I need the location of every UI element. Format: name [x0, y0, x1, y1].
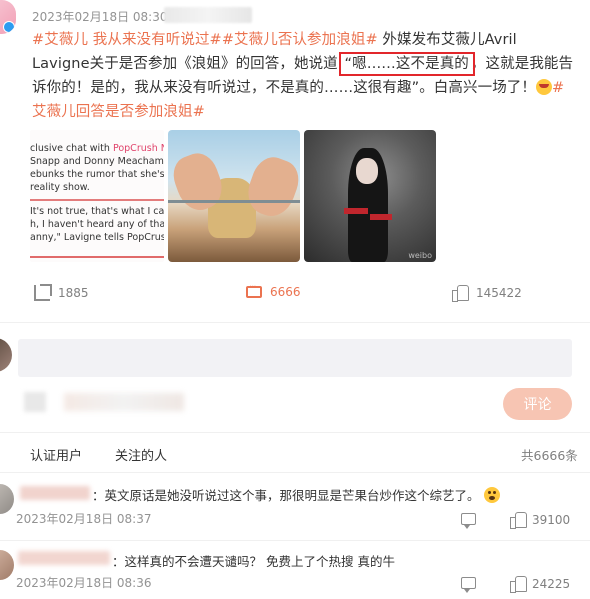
comment-button[interactable]: 6666 [246, 282, 301, 299]
image-text-line: anny," Lavigne tells PopCrush Nights. [30, 232, 164, 243]
comment-like-button[interactable]: 39100 [510, 512, 571, 529]
hashtag-link[interactable]: #艾薇儿否认参加浪姐# [222, 32, 378, 48]
divider [0, 322, 590, 323]
hashtag-link[interactable]: #艾薇儿 我从来没有听说过# [32, 32, 222, 48]
commenter-avatar[interactable] [0, 484, 14, 514]
comment-timestamp: 2023年02月18日 08:37 [16, 512, 152, 526]
post-image-photo-portrait[interactable]: weibo [304, 130, 436, 262]
author-avatar[interactable] [0, 0, 16, 34]
submit-comment-button[interactable]: 评论 [503, 388, 572, 420]
image-divider [30, 199, 164, 201]
commenter-name[interactable] [18, 551, 110, 565]
comment-text: ：这样真的不会遭天谴吗？ 免费上了个热搜 真的牛 [112, 554, 395, 569]
image-text-line: ebunks the rumor that she's been cas [30, 169, 164, 180]
comment-like-count: 24225 [532, 576, 571, 591]
post-image-photo-hands[interactable] [168, 130, 300, 262]
emoji-picker-icon[interactable] [24, 392, 46, 412]
comment-like-button[interactable]: 24225 [510, 576, 571, 593]
commenter-avatar[interactable] [0, 550, 14, 580]
verified-badge-icon [3, 21, 15, 33]
blurred-source [164, 7, 252, 23]
filter-verified-users[interactable]: 认证用户 [30, 445, 82, 464]
photo-fence [168, 200, 300, 203]
photo-face [356, 158, 378, 184]
reply-icon[interactable] [461, 513, 476, 529]
post-timestamp[interactable]: 2023年02月18日 08:30 [32, 8, 167, 25]
divider [0, 472, 590, 473]
comment-count: 6666 [270, 285, 301, 299]
composer-tools[interactable] [64, 393, 184, 411]
share-count: 1885 [58, 286, 89, 300]
image-watermark: weibo [408, 251, 432, 260]
highlighted-quote: “嗯……这不是真的 [338, 52, 475, 76]
post-action-bar: 1885 6666 145422 [0, 282, 590, 309]
thumbs-up-icon [510, 576, 527, 593]
comment-input[interactable] [18, 339, 572, 377]
photo-detail [370, 214, 392, 220]
image-text-line: Snapp and Donny Meacham, the 'I'm [30, 156, 164, 167]
comment-timestamp: 2023年02月18日 08:36 [16, 576, 152, 590]
comment-like-count: 39100 [532, 512, 571, 527]
image-divider [30, 256, 164, 258]
thumbs-up-icon [510, 512, 527, 529]
filter-following[interactable]: 关注的人 [115, 445, 167, 464]
commenter-name[interactable] [20, 486, 90, 500]
divider [0, 432, 590, 433]
share-button[interactable]: 1885 [34, 285, 89, 301]
thumbs-up-icon [452, 285, 469, 302]
comment-text: ：英文原话是她没听说过这个事，那很明显是芒果台炒作这个综艺了。 [92, 485, 500, 504]
image-text-line: It's not true, that's what I can tell yo… [30, 206, 164, 217]
laughing-emoji-icon [536, 79, 553, 95]
comment-icon [246, 282, 262, 298]
share-icon [34, 285, 50, 301]
image-text-line: h, I haven't heard any of that, not true [30, 219, 164, 230]
post-text: #艾薇儿 我从来没有听说过##艾薇儿否认参加浪姐# 外媒发布艾薇儿Avril L… [32, 28, 577, 124]
photo-detail [344, 208, 368, 214]
divider [0, 540, 590, 541]
reply-icon[interactable] [461, 577, 476, 593]
user-avatar[interactable] [0, 338, 12, 372]
image-text-line: reality show. [30, 182, 90, 193]
post-image-article-screenshot[interactable]: clusive chat with PopCrush Nights ho Sna… [30, 130, 164, 262]
like-button[interactable]: 145422 [452, 285, 522, 302]
surprised-emoji-icon [483, 487, 500, 503]
image-text-line: clusive chat with PopCrush Nights ho [30, 143, 164, 154]
comment-total: 共6666条 [521, 448, 578, 463]
like-count: 145422 [476, 285, 522, 300]
